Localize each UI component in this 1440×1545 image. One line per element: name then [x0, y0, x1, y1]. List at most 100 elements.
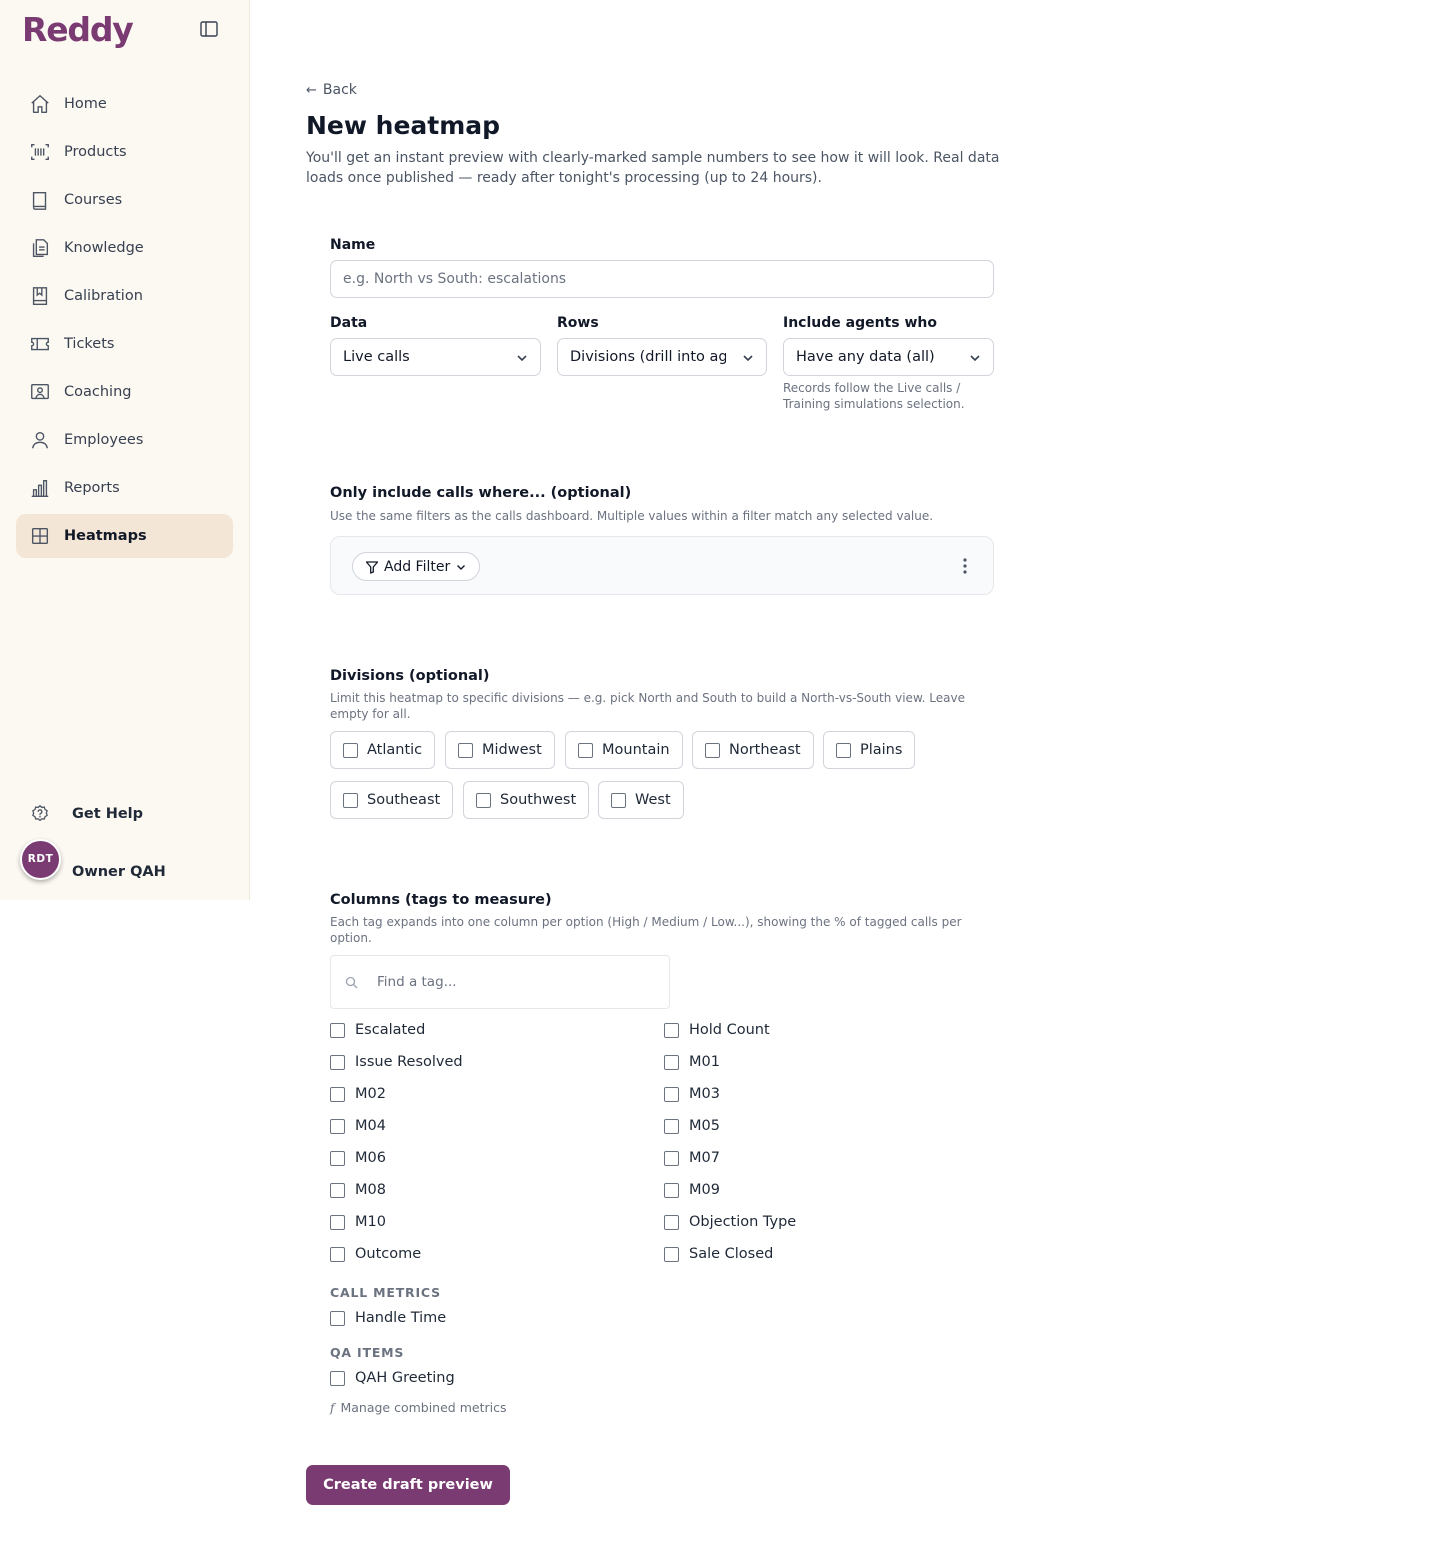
checkbox[interactable] [664, 1022, 679, 1038]
checkbox[interactable] [330, 1150, 345, 1166]
checkbox[interactable] [330, 1246, 345, 1262]
checkbox[interactable] [343, 742, 358, 758]
tag-option-m01[interactable]: M01 [664, 1054, 720, 1070]
add-filter-button[interactable]: Add Filter [352, 552, 481, 581]
division-chip-mountain[interactable]: Mountain [565, 731, 683, 769]
add-filter-label: Add Filter [384, 558, 451, 575]
back-label: Back [322, 82, 357, 98]
tag-option-m03[interactable]: M03 [664, 1086, 720, 1102]
checkbox[interactable] [330, 1370, 345, 1386]
tag-option-m05[interactable]: M05 [664, 1118, 720, 1134]
tag-option-m09[interactable]: M09 [664, 1182, 720, 1198]
columns-description: Each tag expands into one column per opt… [330, 915, 962, 945]
tag-option-m06[interactable]: M06 [330, 1150, 386, 1166]
sidebar-item-tickets[interactable]: Tickets [16, 322, 233, 366]
checkbox[interactable] [330, 1022, 345, 1038]
include-agents-label: Include agents who [783, 315, 937, 331]
tag-option-hold-count[interactable]: Hold Count [664, 1022, 770, 1038]
checkbox[interactable] [330, 1086, 345, 1102]
checkbox[interactable] [836, 742, 851, 758]
checkbox[interactable] [664, 1246, 679, 1262]
checkbox[interactable] [664, 1086, 679, 1102]
checkbox[interactable] [664, 1150, 679, 1166]
checkbox[interactable] [330, 1118, 345, 1134]
division-chip-southeast[interactable]: Southeast [330, 781, 454, 819]
tag-search-input[interactable] [377, 974, 637, 990]
tag-option-m02[interactable]: M02 [330, 1086, 386, 1102]
page-title: New heatmap [306, 111, 501, 140]
sidebar-item-home[interactable]: Home [16, 82, 233, 126]
tag-label: M01 [689, 1054, 720, 1070]
sidebar-item-employees[interactable]: Employees [16, 418, 233, 462]
user-name: Owner QAH [72, 864, 166, 880]
include-agents-select[interactable]: Have any data (all) [783, 338, 994, 376]
checkbox[interactable] [330, 1182, 345, 1198]
sidebar-item-coaching[interactable]: Coaching [16, 370, 233, 414]
tag-option-m07[interactable]: M07 [664, 1150, 720, 1166]
division-label: Plains [860, 742, 903, 758]
division-label: Southwest [500, 792, 577, 808]
division-chip-west[interactable]: West [598, 781, 684, 819]
user-menu[interactable]: RDT Owner QAH [20, 838, 166, 880]
tag-label: M04 [355, 1118, 386, 1134]
tag-label: Escalated [355, 1022, 426, 1038]
sidebar-item-label: Heatmaps [64, 528, 147, 544]
user-icon [28, 428, 52, 452]
more-options-icon[interactable] [957, 555, 973, 577]
tag-option-escalated[interactable]: Escalated [330, 1022, 425, 1038]
tag-option-handle-time[interactable]: Handle Time [330, 1310, 446, 1326]
manage-combined-metrics-link[interactable]: f Manage combined metrics [330, 1400, 506, 1415]
checkbox[interactable] [330, 1310, 345, 1326]
sidebar-item-products[interactable]: Products [16, 130, 233, 174]
tag-option-m08[interactable]: M08 [330, 1182, 386, 1198]
name-input[interactable] [330, 260, 994, 298]
tag-label: Handle Time [355, 1310, 447, 1326]
rows-select[interactable]: Divisions (drill into agents) [557, 338, 767, 376]
checkbox[interactable] [611, 792, 626, 808]
tag-option-outcome[interactable]: Outcome [330, 1246, 421, 1262]
tag-option-objection-type[interactable]: Objection Type [664, 1214, 796, 1230]
checkbox[interactable] [664, 1182, 679, 1198]
division-chip-plains[interactable]: Plains [823, 731, 916, 769]
sidebar-item-calibration[interactable]: Calibration [16, 274, 233, 318]
sidebar-toggle-icon[interactable] [198, 18, 220, 40]
division-chip-midwest[interactable]: Midwest [445, 731, 555, 769]
tag-option-m04[interactable]: M04 [330, 1118, 386, 1134]
tag-option-sale-closed[interactable]: Sale Closed [664, 1246, 773, 1262]
data-select-value: Live calls [343, 349, 410, 365]
help-gear-icon [28, 802, 52, 826]
checkbox[interactable] [476, 792, 491, 808]
division-chip-southwest[interactable]: Southwest [463, 781, 590, 819]
tag-option-m10[interactable]: M10 [330, 1214, 386, 1230]
create-draft-preview-button[interactable]: Create draft preview [306, 1465, 510, 1505]
rows-select-value: Divisions (drill into agents) [570, 349, 726, 365]
sidebar-item-heatmaps[interactable]: Heatmaps [16, 514, 233, 558]
checkbox[interactable] [330, 1054, 345, 1070]
checkbox[interactable] [330, 1214, 345, 1230]
tag-label: M02 [355, 1086, 386, 1102]
data-select[interactable]: Live calls [330, 338, 541, 376]
barcode-icon [28, 140, 52, 164]
sidebar-item-reports[interactable]: Reports [16, 466, 233, 510]
division-chip-northeast[interactable]: Northeast [692, 731, 814, 769]
checkbox[interactable] [664, 1054, 679, 1070]
sidebar-item-label: Knowledge [64, 240, 144, 256]
tag-label: M03 [689, 1086, 720, 1102]
tag-option-issue-resolved[interactable]: Issue Resolved [330, 1054, 463, 1070]
get-help-button[interactable]: Get Help [28, 802, 143, 826]
sidebar-item-knowledge[interactable]: Knowledge [16, 226, 233, 270]
checkbox[interactable] [458, 742, 473, 758]
app-logo[interactable]: Reddy [22, 10, 134, 49]
division-label: Midwest [482, 742, 542, 758]
back-link[interactable]: ← Back [306, 82, 357, 98]
checkbox[interactable] [664, 1214, 679, 1230]
checkbox[interactable] [343, 792, 358, 808]
division-chip-atlantic[interactable]: Atlantic [330, 731, 436, 769]
checkbox[interactable] [705, 742, 720, 758]
checkbox[interactable] [578, 742, 593, 758]
include-agents-value: Have any data (all) [796, 349, 935, 365]
sidebar-item-courses[interactable]: Courses [16, 178, 233, 222]
tag-label: QAH Greeting [355, 1370, 455, 1386]
tag-option-qah-greeting[interactable]: QAH Greeting [330, 1370, 455, 1386]
checkbox[interactable] [664, 1118, 679, 1134]
